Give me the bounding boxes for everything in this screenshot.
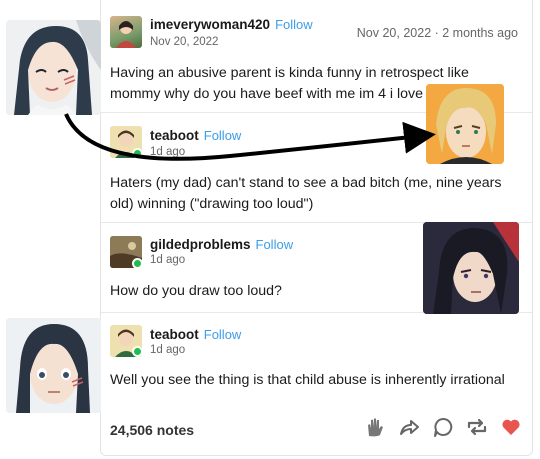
post-actions	[364, 416, 522, 438]
post-date: Nov 20, 2022	[150, 36, 219, 48]
username[interactable]: teaboot Follow	[150, 327, 241, 342]
follow-button[interactable]: Follow	[256, 237, 294, 252]
reply-icon[interactable]	[432, 416, 454, 438]
heart-icon[interactable]	[500, 416, 522, 438]
follow-button[interactable]: Follow	[275, 17, 313, 32]
post-footer: 24,506 notes	[101, 400, 532, 454]
post-date: 1d ago	[150, 344, 186, 356]
notes-count[interactable]: 24,506 notes	[110, 422, 194, 438]
post-4: teaboot Follow 1d ago Well you see the th…	[101, 312, 532, 400]
username-text[interactable]: teaboot	[150, 327, 199, 342]
online-badge	[132, 148, 143, 159]
avatar[interactable]	[110, 16, 142, 48]
avatar-image	[116, 21, 136, 48]
post-text: Haters (my dad) can't stand to see a bad…	[110, 175, 502, 212]
reblog-icon[interactable]	[466, 416, 488, 438]
username-text[interactable]: teaboot	[150, 128, 199, 143]
overlay-image-girl-smiling	[6, 20, 101, 115]
online-badge	[132, 346, 143, 357]
username-text[interactable]: imeverywoman420	[150, 17, 270, 32]
share-icon[interactable]	[398, 416, 420, 438]
post-date: 1d ago	[150, 254, 186, 266]
overlay-image-girl-scar	[6, 318, 101, 413]
follow-button[interactable]: Follow	[204, 327, 242, 342]
username[interactable]: gildedproblems Follow	[150, 237, 293, 252]
clap-icon[interactable]	[364, 416, 386, 438]
post-text: Well you see the thing is that child abu…	[110, 372, 505, 388]
online-badge	[132, 258, 143, 269]
post-meta-date: Nov 20, 2022 · 2 months ago	[356, 26, 518, 40]
follow-button[interactable]: Follow	[204, 128, 242, 143]
post-date: 1d ago	[150, 146, 186, 158]
overlay-image-dark-haired-man	[423, 222, 519, 314]
overlay-image-blond-boy	[426, 84, 504, 164]
username-text[interactable]: gildedproblems	[150, 237, 251, 252]
username[interactable]: imeverywoman420 Follow	[150, 17, 313, 32]
username[interactable]: teaboot Follow	[150, 128, 241, 143]
